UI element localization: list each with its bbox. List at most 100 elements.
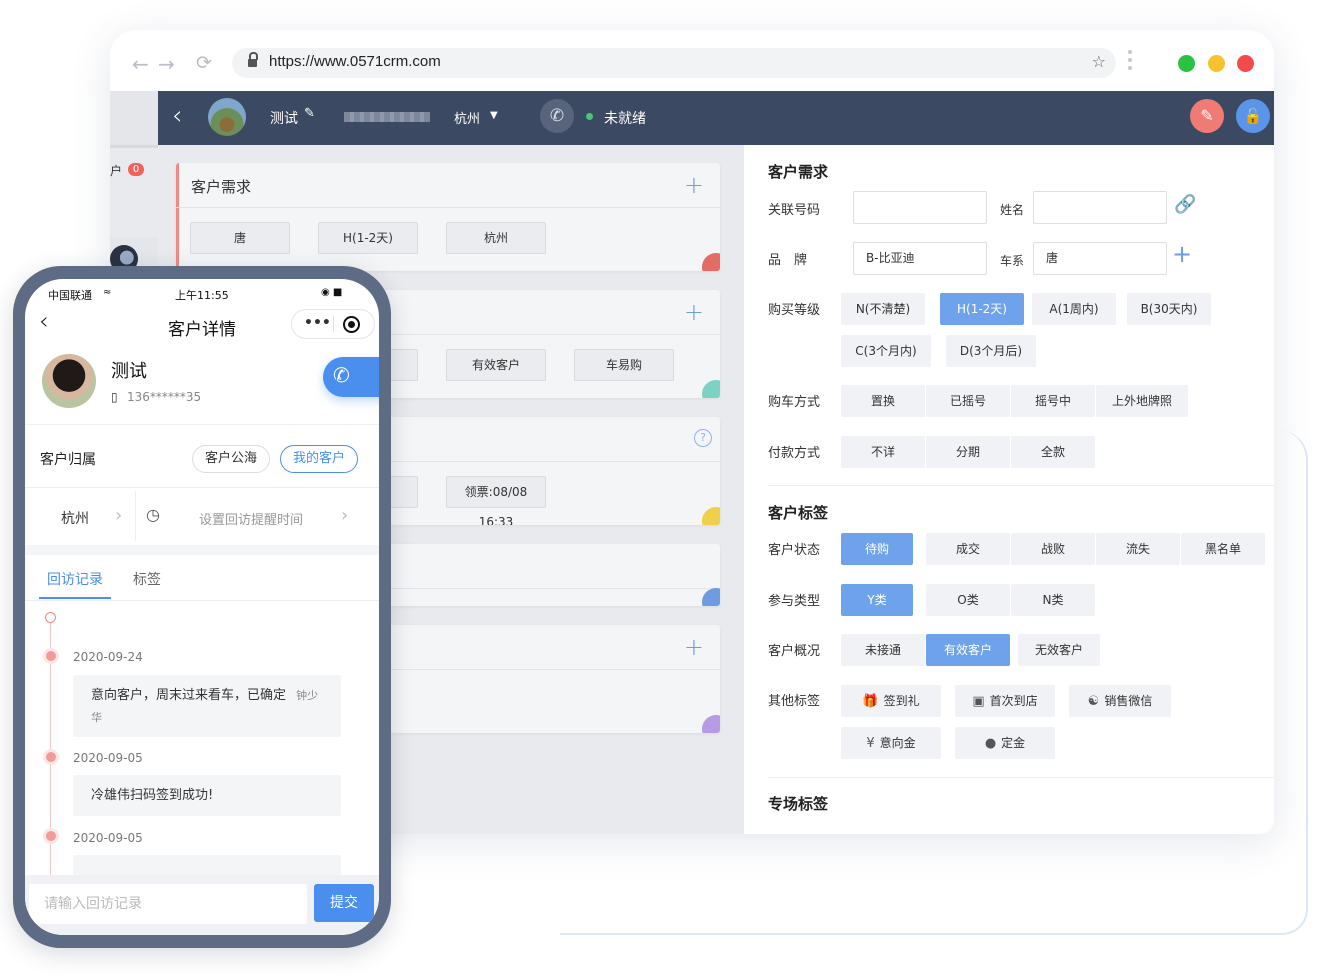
record-entry: 冷雄伟扫码签到成功!: [73, 775, 341, 816]
more-dots-icon[interactable]: •••: [304, 315, 331, 331]
series-select[interactable]: 唐: [1033, 242, 1167, 275]
state-chip[interactable]: 黑名单: [1181, 533, 1265, 565]
close-target-icon[interactable]: [343, 316, 360, 333]
back-arrow-icon[interactable]: ←: [132, 52, 149, 76]
payment-chip[interactable]: 全款: [1011, 436, 1095, 468]
help-question-icon[interactable]: ?: [694, 429, 712, 447]
label-payment-method: 付款方式: [768, 446, 821, 461]
record-date: 2020-09-05: [73, 751, 143, 765]
customer-name: 测试: [270, 111, 298, 127]
agent-status[interactable]: 未就绪: [604, 108, 646, 128]
brand-select[interactable]: B-比亚迪: [853, 242, 987, 275]
state-chip[interactable]: 流失: [1096, 533, 1180, 565]
payment-chip[interactable]: 不详: [841, 436, 925, 468]
link-icon[interactable]: 🔗: [1174, 194, 1196, 215]
customer-avatar: [208, 98, 246, 136]
corner-mark: [702, 380, 720, 398]
other-chip-deposit[interactable]: ● 定金: [955, 727, 1055, 759]
mini-program-capsule: •••: [291, 309, 375, 339]
type-chip[interactable]: N类: [1011, 584, 1095, 616]
timeline-dot: [46, 651, 56, 661]
add-plus-icon[interactable]: +: [684, 633, 704, 661]
linked-phone-input[interactable]: [853, 191, 987, 224]
state-chip-selected[interactable]: 待购: [841, 533, 913, 565]
submit-button[interactable]: 提交: [314, 884, 374, 922]
other-chip-first-visit[interactable]: ▣ 首次到店: [955, 685, 1055, 717]
event-chip: 领票:08/08 16:33: [446, 476, 546, 525]
payment-chip[interactable]: 分期: [926, 436, 1010, 468]
reload-icon[interactable]: ⟳: [196, 52, 212, 74]
add-plus-icon[interactable]: +: [684, 171, 704, 199]
divider: [768, 777, 1274, 778]
url-text: https://www.0571crm.com: [269, 53, 441, 70]
status-icons: ◉ ■: [321, 287, 343, 298]
add-plus-icon[interactable]: +: [684, 298, 704, 326]
forward-arrow-icon[interactable]: →: [158, 52, 175, 76]
corner-mark: [702, 715, 720, 733]
note-edit-icon[interactable]: ✎: [1190, 99, 1224, 133]
record-input-bar: 请输入回访记录 提交: [25, 875, 379, 935]
call-button[interactable]: ✆: [323, 357, 379, 397]
dropdown-caret-icon[interactable]: ▼: [490, 110, 498, 121]
red-dot-icon[interactable]: [1237, 55, 1254, 72]
other-chip-label: 签到礼: [883, 694, 920, 708]
timeline-dot: [46, 831, 56, 841]
edit-pencil-icon[interactable]: ✎: [304, 106, 315, 121]
demand-chip: H(1-2天): [318, 222, 418, 254]
label-name: 姓名: [1000, 203, 1025, 217]
other-chip-intent-money[interactable]: ¥ 意向金: [841, 727, 941, 759]
corner-mark: [702, 588, 720, 606]
back-chevron-icon[interactable]: ‹: [172, 101, 182, 131]
other-chip-sales-wechat[interactable]: ☯ 销售微信: [1069, 685, 1171, 717]
my-customer-pill[interactable]: 我的客户: [280, 445, 358, 473]
unlock-icon[interactable]: 🔓: [1236, 99, 1270, 133]
state-chip[interactable]: 战败: [1011, 533, 1095, 565]
level-chip[interactable]: B(30天内): [1127, 293, 1211, 325]
customer-topbar: ‹ 测试 ✎ 杭州 ▼ ✆ 未就绪 ✎ 🔓: [158, 91, 1274, 145]
level-chip-selected[interactable]: H(1-2天): [940, 293, 1024, 325]
add-series-plus-icon[interactable]: +: [1172, 240, 1192, 268]
method-chip[interactable]: 置换: [841, 385, 925, 417]
state-chip[interactable]: 成交: [926, 533, 1010, 565]
phone-call-icon[interactable]: ✆: [540, 99, 574, 133]
overview-chip-selected[interactable]: 有效客户: [926, 634, 1010, 666]
record-text: 冷雄伟扫码签到成功!: [91, 788, 214, 803]
record-input[interactable]: 请输入回访记录: [29, 884, 307, 924]
city-field[interactable]: 杭州: [61, 508, 89, 528]
method-chip[interactable]: 摇号中: [1011, 385, 1095, 417]
type-chip-selected[interactable]: Y类: [841, 584, 913, 616]
method-chip[interactable]: 已摇号: [926, 385, 1010, 417]
tab-tags[interactable]: 标签: [133, 569, 161, 589]
type-chip[interactable]: O类: [926, 584, 1010, 616]
public-pool-pill[interactable]: 客户公海: [192, 445, 270, 473]
yellow-dot-icon[interactable]: [1208, 55, 1225, 72]
overview-chip[interactable]: 未接通: [841, 634, 925, 666]
name-input[interactable]: [1033, 191, 1167, 224]
left-tab[interactable]: 户 0: [110, 145, 158, 237]
level-chip[interactable]: C(3个月内): [841, 335, 931, 367]
wifi-icon: ≈: [103, 287, 112, 298]
clock-text: 上午11:55: [175, 289, 229, 302]
label-customer-state: 客户状态: [768, 543, 821, 558]
gift-icon: 🎁: [862, 694, 879, 709]
overview-chip[interactable]: 无效客户: [1018, 634, 1100, 666]
method-chip[interactable]: 上外地牌照: [1096, 385, 1188, 417]
label-brand: 品 牌: [768, 253, 808, 268]
other-chip-signin-gift[interactable]: 🎁 签到礼: [841, 685, 941, 717]
record-date: 2020-09-05: [73, 831, 143, 845]
tab-visit-records[interactable]: 回访记录: [47, 569, 103, 589]
level-chip[interactable]: A(1周内): [1032, 293, 1116, 325]
green-dot-icon[interactable]: [1178, 55, 1195, 72]
reminder-field[interactable]: 设置回访提醒时间: [199, 509, 303, 528]
city-select[interactable]: 杭州: [454, 108, 480, 127]
label-purchase-level: 购买等级: [768, 303, 821, 318]
customer-form-panel: 客户需求 关联号码 姓名 🔗 品 牌 B-比亚迪 车系 唐 + 购买等级 N(不…: [744, 145, 1274, 834]
store-icon: ▣: [972, 694, 985, 709]
mobile-phone: 中国联通 ≈ 上午11:55 ◉ ■ ‹ 客户详情 ••• 测试 ▯ 136**…: [13, 266, 391, 948]
bookmark-star-icon[interactable]: ☆: [1092, 52, 1106, 71]
menu-kebab-icon[interactable]: [1128, 50, 1132, 74]
level-chip[interactable]: N(不清楚): [841, 293, 925, 325]
level-chip[interactable]: D(3个月后): [946, 335, 1036, 367]
customer-phone: 136******35: [127, 390, 202, 404]
address-bar[interactable]: https://www.0571crm.com ☆: [232, 48, 1116, 78]
